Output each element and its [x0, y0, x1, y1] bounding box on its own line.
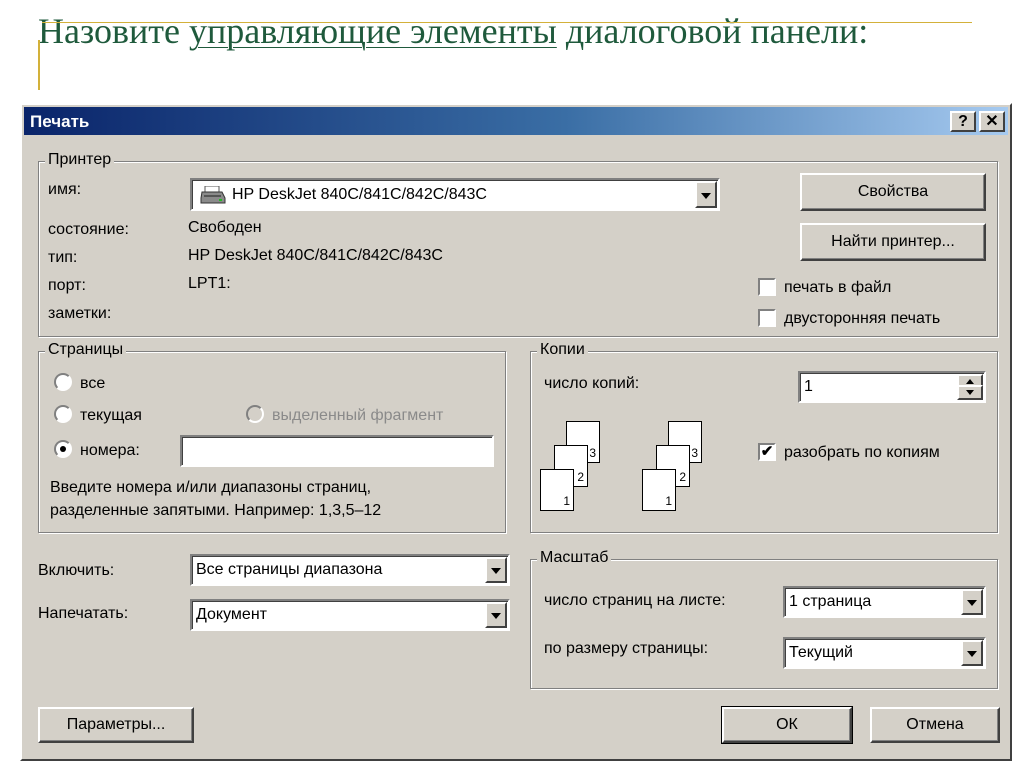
printer-status-value: Свободен [188, 219, 262, 236]
printer-name-value: HP DeskJet 840C/841C/842C/843C [232, 185, 487, 203]
printer-port-value: LPT1: [188, 275, 231, 292]
slide-title-part3: диалоговой панели: [556, 11, 869, 51]
scale-to-paper-label: по размеру страницы: [544, 640, 709, 657]
collate-page-1: 1 [642, 469, 676, 511]
pages-per-sheet-label: число страниц на листе: [544, 592, 726, 609]
printer-type-value: HP DeskJet 840C/841C/842C/843C [188, 247, 443, 264]
pages-per-sheet-value: 1 страница [789, 593, 872, 610]
pages-per-sheet-select[interactable]: 1 страница [783, 586, 986, 618]
options-button[interactable]: Параметры... [38, 707, 194, 743]
pages-hint-line1: Введите номера и/или диапазоны страниц, [50, 479, 372, 496]
pages-hint-line2: разделенные запятыми. Например: 1,3,5–12 [50, 502, 382, 519]
print-what-label: Напечатать: [38, 605, 129, 622]
cancel-button[interactable]: Отмена [870, 707, 1000, 743]
duplex-checkbox[interactable] [758, 309, 776, 327]
zoom-legend: Масштаб [537, 549, 612, 567]
help-button[interactable]: ? [950, 111, 976, 132]
print-what-select[interactable]: Документ [190, 599, 510, 631]
pages-all-radio[interactable] [54, 373, 72, 391]
include-select[interactable]: Все страницы диапазона [190, 554, 510, 586]
printer-name-select[interactable]: HP DeskJet 840C/841C/842C/843C [190, 178, 720, 211]
decorative-horizontal-line [42, 22, 972, 23]
print-to-file-label[interactable]: печать в файл [784, 279, 891, 297]
pages-per-sheet-dropdown-arrow[interactable] [961, 589, 983, 615]
find-printer-button[interactable]: Найти принтер... [800, 223, 986, 261]
pages-current-label[interactable]: текущая [80, 407, 142, 425]
copies-count-value: 1 [804, 378, 813, 395]
slide-title-part1: Назовите [38, 11, 189, 51]
printer-notes-label: заметки: [48, 305, 112, 322]
zoom-group: Масштаб [530, 549, 998, 689]
duplex-label[interactable]: двусторонняя печать [784, 310, 940, 328]
include-label: Включить: [38, 562, 115, 579]
scale-to-paper-dropdown-arrow[interactable] [961, 640, 983, 666]
print-what-dropdown-arrow[interactable] [485, 602, 507, 628]
slide-title: Назовите управляющие элементы диалоговой… [38, 10, 868, 52]
pages-selection-label: выделенный фрагмент [272, 407, 444, 424]
decorative-vertical-line [38, 40, 40, 90]
printer-name-label: имя: [48, 181, 82, 198]
collate-checkbox[interactable]: ✔ [758, 443, 776, 461]
printer-legend: Принтер [45, 151, 115, 169]
collate-page-1: 1 [540, 469, 574, 511]
print-dialog: Печать ? ✕ Принтер имя: HP DeskJet 840C/… [20, 103, 1012, 761]
pages-legend: Страницы [45, 341, 127, 359]
pages-all-label[interactable]: все [80, 375, 105, 393]
copies-decrement-button[interactable] [957, 385, 983, 400]
copies-count-label: число копий: [544, 375, 640, 392]
pages-numbers-radio[interactable] [54, 440, 72, 458]
slide-title-part2: управляющие элементы [188, 11, 557, 51]
ok-button[interactable]: ОК [721, 706, 853, 744]
collate-label[interactable]: разобрать по копиям [784, 444, 940, 462]
pages-current-radio[interactable] [54, 405, 72, 423]
printer-name-dropdown-arrow[interactable] [695, 181, 717, 208]
pages-selection-radio [246, 405, 264, 423]
copies-legend: Копии [537, 341, 588, 359]
print-to-file-checkbox[interactable] [758, 278, 776, 296]
include-value: Все страницы диапазона [196, 561, 383, 578]
dialog-title: Печать [30, 112, 90, 131]
printer-icon [200, 185, 226, 204]
copies-count-spinner[interactable]: 1 [798, 371, 986, 403]
dialog-titlebar[interactable]: Печать ? ✕ [24, 107, 1008, 135]
pages-numbers-label[interactable]: номера: [80, 442, 140, 460]
properties-button[interactable]: Свойства [800, 173, 986, 211]
printer-status-label: состояние: [48, 221, 129, 238]
include-dropdown-arrow[interactable] [485, 557, 507, 583]
scale-to-paper-value: Текущий [789, 644, 853, 661]
printer-port-label: порт: [48, 277, 86, 294]
printer-type-label: тип: [48, 249, 78, 266]
pages-numbers-input[interactable] [180, 435, 494, 467]
close-button[interactable]: ✕ [979, 111, 1005, 132]
print-what-value: Документ [196, 606, 267, 623]
scale-to-paper-select[interactable]: Текущий [783, 637, 986, 669]
